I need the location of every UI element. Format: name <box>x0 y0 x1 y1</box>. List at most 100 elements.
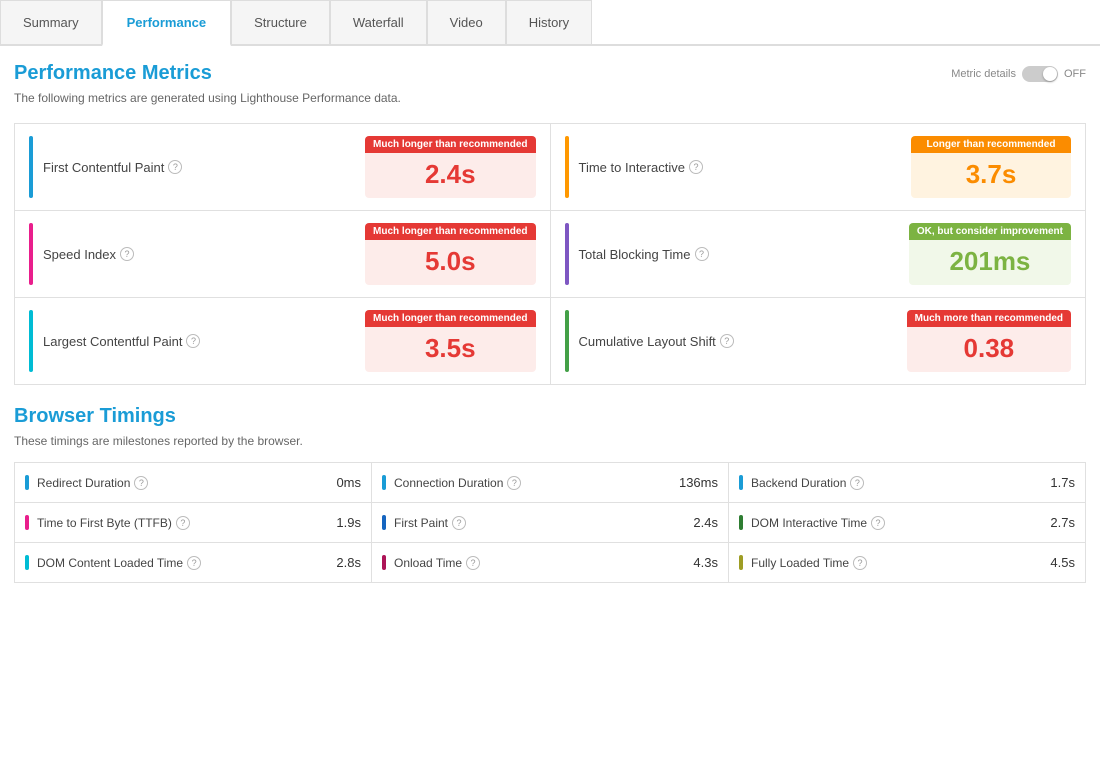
ol-label: Onload Time ? <box>394 556 685 570</box>
si-value-box: Much longer than recommended 5.0s <box>365 223 535 285</box>
metric-tbt: Total Blocking Time ? OK, but consider i… <box>551 211 1086 297</box>
tti-value-box: Longer than recommended 3.7s <box>911 136 1071 198</box>
di-value: 2.7s <box>1050 515 1075 530</box>
tbt-status: OK, but consider improvement <box>909 223 1071 240</box>
ttfb-accent <box>25 515 29 530</box>
cls-value: 0.38 <box>907 327 1071 372</box>
di-help-icon[interactable]: ? <box>871 516 885 530</box>
tti-accent <box>565 136 569 198</box>
di-accent <box>739 515 743 530</box>
performance-desc: The following metrics are generated usin… <box>14 91 401 105</box>
cls-label: Cumulative Layout Shift ? <box>579 334 897 349</box>
fl-help-icon[interactable]: ? <box>853 556 867 570</box>
cd-label: Connection Duration ? <box>394 476 671 490</box>
metric-lcp: Largest Contentful Paint ? Much longer t… <box>15 298 550 384</box>
cd-value: 136ms <box>679 475 718 490</box>
bd-label: Backend Duration ? <box>751 476 1042 490</box>
ol-help-icon[interactable]: ? <box>466 556 480 570</box>
si-help-icon[interactable]: ? <box>120 247 134 261</box>
browser-connection-duration: Connection Duration ? 136ms <box>372 463 728 502</box>
browser-dom-interactive: DOM Interactive Time ? 2.7s <box>729 503 1085 542</box>
ttfb-label: Time to First Byte (TTFB) ? <box>37 516 328 530</box>
tab-history[interactable]: History <box>506 0 592 46</box>
metric-speed-index: Speed Index ? Much longer than recommend… <box>15 211 550 297</box>
browser-first-paint: First Paint ? 2.4s <box>372 503 728 542</box>
tbt-value-box: OK, but consider improvement 201ms <box>909 223 1071 285</box>
tbt-value: 201ms <box>909 240 1071 285</box>
cls-status: Much more than recommended <box>907 310 1071 327</box>
fcp-value-box: Much longer than recommended 2.4s <box>365 136 535 198</box>
rd-help-icon[interactable]: ? <box>134 476 148 490</box>
browser-timings-desc: These timings are milestones reported by… <box>14 434 1086 448</box>
dcl-value: 2.8s <box>336 555 361 570</box>
browser-timings-section: Browser Timings These timings are milest… <box>14 405 1086 583</box>
metric-cls: Cumulative Layout Shift ? Much more than… <box>551 298 1086 384</box>
tti-label: Time to Interactive ? <box>579 160 902 175</box>
tti-value: 3.7s <box>911 153 1071 198</box>
tbt-label: Total Blocking Time ? <box>579 247 899 262</box>
metric-details-label: Metric details <box>951 68 1016 80</box>
ol-value: 4.3s <box>693 555 718 570</box>
fp-help-icon[interactable]: ? <box>452 516 466 530</box>
browser-timings-grid: Redirect Duration ? 0ms Connection Durat… <box>14 462 1086 583</box>
performance-title: Performance Metrics <box>14 62 401 85</box>
fp-value: 2.4s <box>693 515 718 530</box>
tti-help-icon[interactable]: ? <box>689 160 703 174</box>
cd-help-icon[interactable]: ? <box>507 476 521 490</box>
browser-dom-content-loaded: DOM Content Loaded Time ? 2.8s <box>15 543 371 582</box>
browser-fully-loaded: Fully Loaded Time ? 4.5s <box>729 543 1085 582</box>
si-status: Much longer than recommended <box>365 223 535 240</box>
si-accent <box>29 223 33 285</box>
tab-video[interactable]: Video <box>427 0 506 46</box>
tbt-help-icon[interactable]: ? <box>695 247 709 261</box>
dcl-accent <box>25 555 29 570</box>
cls-accent <box>565 310 569 372</box>
dcl-label: DOM Content Loaded Time ? <box>37 556 328 570</box>
fl-value: 4.5s <box>1050 555 1075 570</box>
main-content: Performance Metrics The following metric… <box>0 46 1100 599</box>
metrics-grid: First Contentful Paint ? Much longer tha… <box>14 123 1086 385</box>
browser-ttfb: Time to First Byte (TTFB) ? 1.9s <box>15 503 371 542</box>
fcp-accent <box>29 136 33 198</box>
lcp-accent <box>29 310 33 372</box>
si-value: 5.0s <box>365 240 535 285</box>
metric-tti: Time to Interactive ? Longer than recomm… <box>551 124 1086 210</box>
metric-fcp: First Contentful Paint ? Much longer tha… <box>15 124 550 210</box>
bd-value: 1.7s <box>1050 475 1075 490</box>
lcp-value-box: Much longer than recommended 3.5s <box>365 310 535 372</box>
browser-backend-duration: Backend Duration ? 1.7s <box>729 463 1085 502</box>
tab-structure[interactable]: Structure <box>231 0 330 46</box>
ol-accent <box>382 555 386 570</box>
tbt-accent <box>565 223 569 285</box>
tti-status: Longer than recommended <box>911 136 1071 153</box>
tab-summary[interactable]: Summary <box>0 0 102 46</box>
lcp-help-icon[interactable]: ? <box>186 334 200 348</box>
rd-value: 0ms <box>336 475 361 490</box>
browser-onload: Onload Time ? 4.3s <box>372 543 728 582</box>
metric-details-toggle[interactable] <box>1022 66 1058 82</box>
tab-waterfall[interactable]: Waterfall <box>330 0 427 46</box>
fl-label: Fully Loaded Time ? <box>751 556 1042 570</box>
dcl-help-icon[interactable]: ? <box>187 556 201 570</box>
lcp-status: Much longer than recommended <box>365 310 535 327</box>
bd-accent <box>739 475 743 490</box>
cls-help-icon[interactable]: ? <box>720 334 734 348</box>
rd-accent <box>25 475 29 490</box>
ttfb-help-icon[interactable]: ? <box>176 516 190 530</box>
fcp-value: 2.4s <box>365 153 535 198</box>
di-label: DOM Interactive Time ? <box>751 516 1042 530</box>
fl-accent <box>739 555 743 570</box>
fcp-help-icon[interactable]: ? <box>168 160 182 174</box>
ttfb-value: 1.9s <box>336 515 361 530</box>
browser-timings-title: Browser Timings <box>14 405 1086 428</box>
bd-help-icon[interactable]: ? <box>850 476 864 490</box>
tabs-bar: Summary Performance Structure Waterfall … <box>0 0 1100 46</box>
rd-label: Redirect Duration ? <box>37 476 328 490</box>
performance-section: Performance Metrics The following metric… <box>14 62 1086 385</box>
fp-label: First Paint ? <box>394 516 685 530</box>
toggle-off-label: OFF <box>1064 68 1086 80</box>
tab-performance[interactable]: Performance <box>102 0 231 46</box>
si-label: Speed Index ? <box>43 247 355 262</box>
fcp-label: First Contentful Paint ? <box>43 160 355 175</box>
fcp-status: Much longer than recommended <box>365 136 535 153</box>
